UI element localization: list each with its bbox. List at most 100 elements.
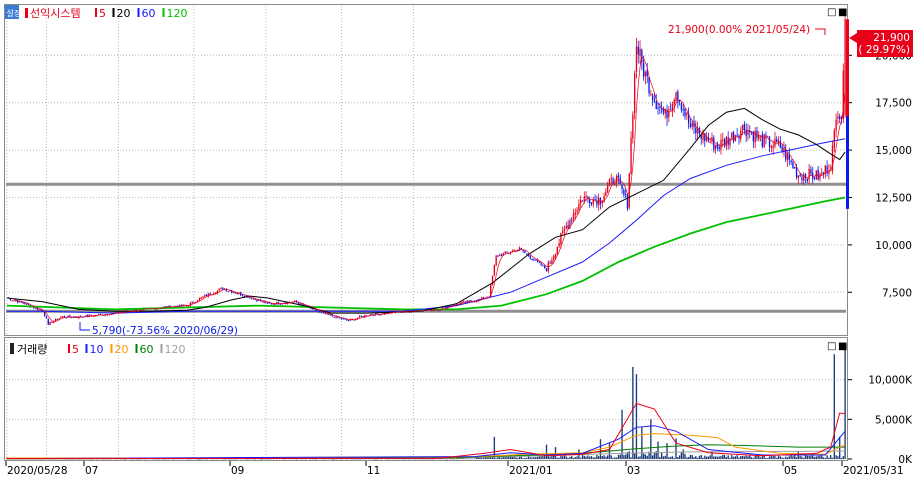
volume-bar (770, 456, 773, 459)
volume-bar (481, 458, 483, 459)
candle-body (267, 302, 269, 304)
volume-bar (738, 457, 740, 459)
volume-bar (623, 455, 625, 459)
volume-bar (671, 456, 674, 459)
volume-bar (785, 456, 787, 459)
volume-bar (686, 457, 688, 459)
candle-body (193, 302, 195, 304)
volume-bar (376, 458, 379, 460)
volume-bar (535, 457, 537, 459)
candle-body (241, 294, 244, 296)
candle-body (761, 134, 764, 147)
volume-bar (767, 458, 769, 459)
volume-bar (788, 456, 791, 459)
candle-body (768, 137, 771, 147)
candle-body (806, 178, 809, 182)
volume-close-button[interactable]: ■ (838, 341, 847, 352)
stock-name: 선익시스템 (30, 7, 81, 20)
candle-body (272, 303, 274, 305)
candle-body (732, 132, 735, 142)
candle-body (319, 311, 321, 313)
volume-bar (596, 454, 598, 459)
volume-bar (736, 455, 738, 459)
candle-body (249, 297, 251, 299)
volume-bar (734, 456, 737, 459)
candle-body (204, 295, 206, 297)
candle-body (256, 299, 258, 302)
candle-body (535, 259, 537, 261)
candle-body (589, 199, 591, 204)
volume-bar (707, 456, 710, 459)
candle-body (745, 129, 747, 136)
legend-label: 60 (142, 7, 156, 20)
candle-body (513, 250, 515, 252)
volume-bar (830, 455, 832, 459)
volume-bar (761, 456, 764, 459)
volume-bar (660, 452, 663, 459)
candle-body (236, 292, 238, 294)
volume-bar (482, 457, 485, 459)
volume-bar (603, 455, 605, 459)
volume-bar (315, 458, 317, 460)
candle-body (538, 261, 540, 263)
grid-lines (6, 6, 846, 460)
legend-marker (110, 344, 113, 353)
candle-body (610, 177, 612, 179)
candle-body (799, 174, 801, 177)
volume-bar (583, 455, 585, 459)
candle-body (777, 140, 780, 143)
candle-body (209, 293, 211, 295)
volume-bar (653, 453, 656, 459)
candle-body (529, 255, 531, 259)
volume-bar (466, 458, 469, 459)
volume-bar (580, 457, 582, 459)
volume-bar (781, 457, 783, 459)
volume-bar (571, 456, 573, 459)
candle-body (729, 138, 731, 146)
volume-bar (752, 457, 755, 459)
volume-bar (669, 456, 672, 459)
candle-body (709, 141, 711, 143)
volume-bar (454, 458, 456, 460)
candle-body (205, 294, 208, 297)
volume-bar (472, 458, 474, 460)
stock-chart[interactable]: 설정 선익시스템 5 20 60 120 □ ■ □ ■ 거래량 5 10 20 60 120… (0, 0, 914, 478)
volume-bar (331, 458, 334, 460)
candle-body (222, 287, 224, 290)
candle-body (495, 255, 497, 266)
candle-body (232, 292, 235, 294)
candle-body (563, 228, 566, 231)
candle-body (659, 107, 661, 109)
low-annotation-arrow (79, 322, 90, 331)
candle-body (808, 168, 810, 180)
volume-bar (713, 456, 715, 459)
volume-bar (693, 457, 695, 459)
high-annotation: 21,900(0.00% 2021/05/24) (668, 24, 810, 36)
candle-body (562, 230, 564, 234)
close-button[interactable]: ■ (838, 7, 847, 18)
volume-bar (585, 456, 587, 459)
legend-label: 5 (72, 343, 79, 356)
candle-body (740, 130, 742, 139)
candle-body (347, 320, 350, 322)
minimize-button[interactable]: □ (827, 7, 836, 18)
legend-label: 10 (90, 343, 104, 356)
volume-bar (794, 454, 796, 459)
volume-bar (835, 455, 837, 459)
volume-minimize-button[interactable]: □ (827, 341, 836, 352)
volume-bar (635, 374, 638, 459)
volume-bar (630, 457, 632, 459)
volume-bar (646, 455, 648, 459)
candle-body (700, 135, 702, 139)
volume-bar (495, 458, 497, 459)
current-change: ( 29.97%) (858, 44, 910, 56)
candle-body (718, 146, 720, 150)
candle-body (786, 153, 789, 161)
legend-label: 20 (115, 343, 129, 356)
candle-body (803, 174, 805, 181)
candle-body (38, 309, 40, 311)
volume-bar (615, 457, 618, 459)
candle-body (623, 189, 625, 195)
y-tick-label: 17,500 (875, 98, 912, 110)
y-tick-label: 7,500 (882, 287, 912, 299)
